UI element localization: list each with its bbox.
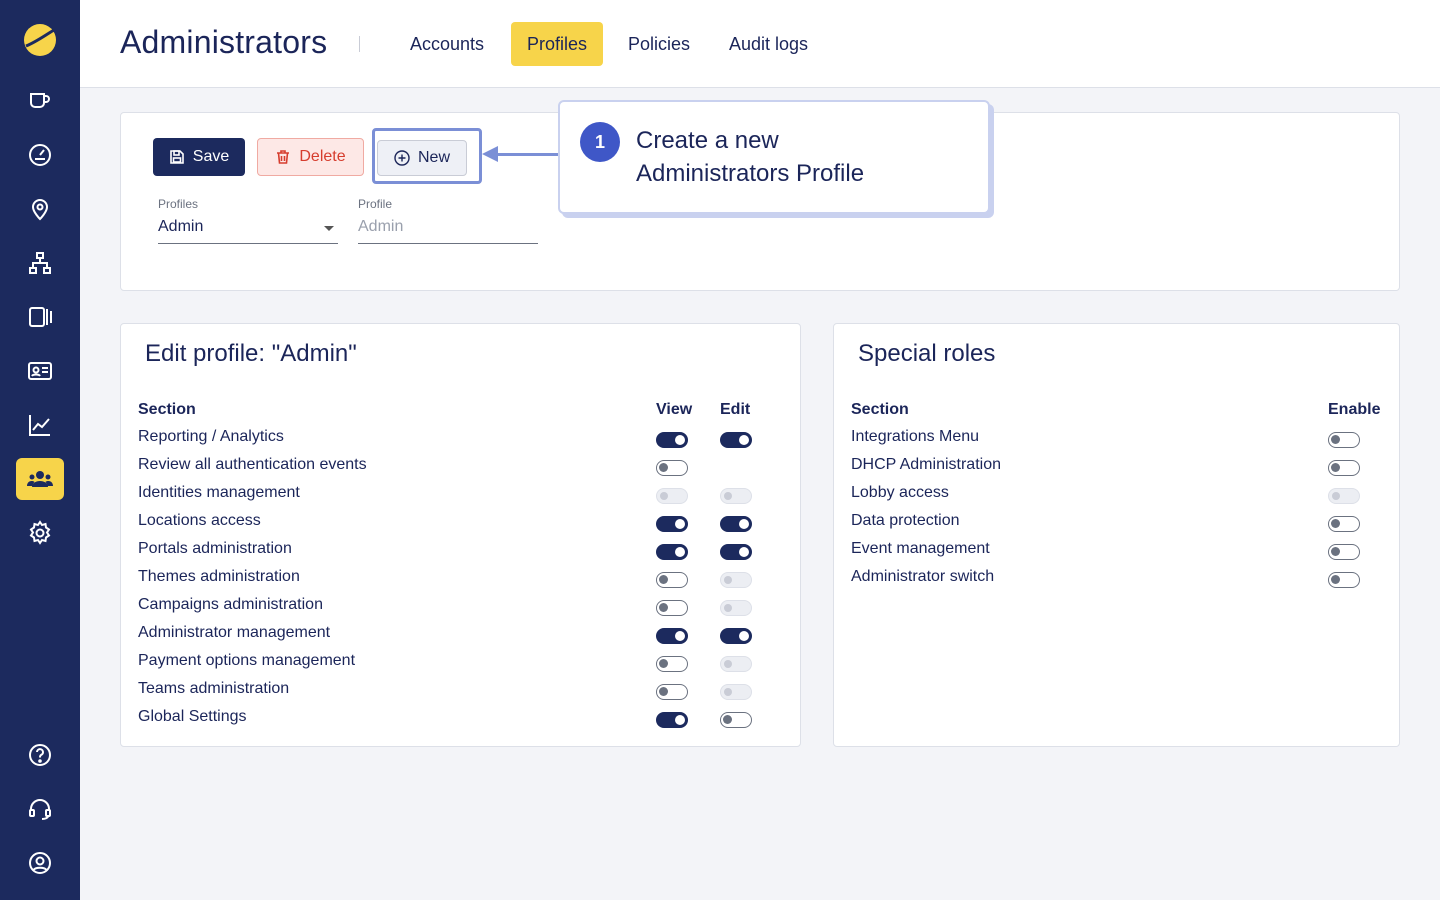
permission-row-label: Administrator management [138, 624, 331, 641]
save-button[interactable]: Save [153, 138, 245, 176]
enable-column-header: Enable [1328, 401, 1381, 418]
view-toggle[interactable] [656, 544, 688, 560]
callout-arrow-line [496, 153, 558, 156]
edit-toggle[interactable] [720, 544, 752, 560]
save-button-label: Save [192, 148, 230, 165]
special-roles-title: Special roles [858, 340, 996, 367]
special-role-label: Lobby access [851, 484, 949, 501]
view-toggle [656, 488, 688, 504]
delete-button[interactable]: Delete [257, 138, 364, 176]
profiles-select-label: Profiles [158, 197, 199, 211]
id-card-icon[interactable] [16, 350, 64, 392]
location-pin-icon[interactable] [16, 188, 64, 230]
special-role-label: Data protection [851, 512, 960, 529]
special-role-label: Administrator switch [851, 568, 995, 585]
special-roles-card: Special roles Section Enable Integration… [833, 323, 1400, 747]
tab-audit-logs[interactable]: Audit logs [713, 22, 824, 66]
caret-down-icon [324, 226, 334, 231]
section-column-header: Section [851, 401, 909, 418]
network-icon[interactable] [16, 242, 64, 284]
view-toggle[interactable] [656, 628, 688, 644]
enable-toggle[interactable] [1328, 432, 1360, 448]
tab-profiles[interactable]: Profiles [511, 22, 604, 66]
view-toggle[interactable] [656, 684, 688, 700]
dashboard-gauge-icon[interactable] [16, 134, 64, 176]
view-toggle[interactable] [656, 516, 688, 532]
profiles-select-underline [158, 243, 338, 244]
view-toggle[interactable] [656, 432, 688, 448]
permission-row-label: Locations access [138, 512, 261, 529]
delete-button-label: Delete [299, 148, 346, 165]
permission-row-label: Payment options management [138, 652, 356, 669]
line-chart-icon[interactable] [16, 404, 64, 446]
users-icon[interactable] [16, 458, 64, 500]
edit-toggle [720, 572, 752, 588]
edit-toggle[interactable] [720, 432, 752, 448]
permission-row-label: Portals administration [138, 540, 292, 557]
permission-row-label: Reporting / Analytics [138, 428, 284, 445]
permission-row-label: Teams administration [138, 680, 290, 697]
enable-toggle [1328, 488, 1360, 504]
callout-text-line1: Create a new [636, 127, 779, 154]
view-column-header: View [656, 401, 693, 418]
callout-arrow-head [482, 146, 498, 162]
new-button-label: New [417, 149, 450, 166]
permission-row-label: Campaigns administration [138, 596, 323, 613]
permission-row-label: Themes administration [138, 568, 300, 585]
page-title: Administrators [120, 24, 328, 60]
tutorial-callout: 1 Create a new Administrators Profile [558, 100, 990, 214]
edit-toggle[interactable] [720, 516, 752, 532]
profile-name-field[interactable]: Admin [358, 213, 538, 245]
title-divider [359, 36, 360, 52]
enable-toggle[interactable] [1328, 572, 1360, 588]
permission-row-label: Review all authentication events [138, 456, 367, 473]
headset-icon[interactable] [16, 788, 64, 830]
tab-policies[interactable]: Policies [612, 22, 706, 66]
view-toggle[interactable] [656, 656, 688, 672]
page-header: Administrators Accounts Profiles Policie… [80, 0, 1440, 88]
view-toggle[interactable] [656, 600, 688, 616]
gear-icon[interactable] [16, 512, 64, 554]
permission-row-label: Identities management [138, 484, 300, 501]
display-icon[interactable] [16, 296, 64, 338]
profiles-select-value: Admin [158, 218, 204, 235]
edit-toggle [720, 684, 752, 700]
callout-text: Create a new Administrators Profile [636, 124, 966, 190]
edit-column-header: Edit [720, 401, 751, 418]
edit-toggle[interactable] [720, 712, 752, 728]
sidebar [0, 0, 80, 900]
sun-logo-icon[interactable] [22, 22, 58, 58]
special-role-label: Event management [851, 540, 990, 557]
special-role-label: Integrations Menu [851, 428, 980, 445]
view-toggle[interactable] [656, 572, 688, 588]
edit-toggle[interactable] [720, 628, 752, 644]
edit-toggle [720, 488, 752, 504]
edit-toggle [720, 600, 752, 616]
user-profile-icon[interactable] [16, 842, 64, 884]
floppy-disk-icon [169, 150, 184, 164]
coffee-cup-icon[interactable] [16, 80, 64, 122]
enable-toggle[interactable] [1328, 460, 1360, 476]
profiles-select[interactable]: Admin [158, 213, 338, 245]
profile-name-placeholder: Admin [358, 218, 404, 235]
edit-toggle [720, 656, 752, 672]
plus-circle-icon [394, 150, 410, 166]
edit-profile-title: Edit profile: "Admin" [145, 340, 357, 367]
view-toggle[interactable] [656, 712, 688, 728]
permission-row-label: Global Settings [138, 708, 247, 725]
profile-name-label: Profile [358, 197, 393, 211]
profile-name-underline [358, 243, 538, 244]
tab-accounts[interactable]: Accounts [394, 22, 500, 66]
trash-icon [277, 150, 290, 164]
new-button[interactable]: New [377, 140, 467, 176]
help-icon[interactable] [16, 734, 64, 776]
callout-text-line2: Administrators Profile [636, 160, 865, 187]
edit-profile-card: Edit profile: "Admin" Section View Edit … [120, 323, 801, 747]
callout-step-number: 1 [580, 122, 620, 162]
enable-toggle[interactable] [1328, 544, 1360, 560]
section-column-header: Section [138, 401, 196, 418]
special-role-label: DHCP Administration [851, 456, 1001, 473]
view-toggle[interactable] [656, 460, 688, 476]
enable-toggle[interactable] [1328, 516, 1360, 532]
